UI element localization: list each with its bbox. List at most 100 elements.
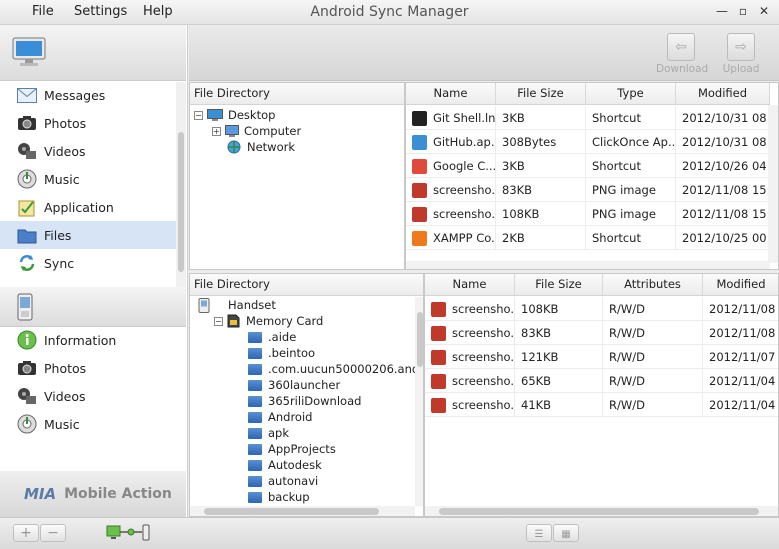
tree-node-desktop[interactable]: − Desktop (194, 107, 275, 123)
tree-node-folder[interactable]: apk (248, 425, 289, 441)
pc-list-hscrollbar[interactable] (406, 261, 770, 269)
phone-tree-hscroll-thumb[interactable] (204, 508, 379, 515)
phone-tree-scroll-thumb[interactable] (417, 312, 423, 367)
tree-node-memory-card[interactable]: − Memory Card (214, 313, 323, 329)
close-button[interactable]: ✕ (756, 3, 772, 19)
table-row[interactable]: screensho... 41KB R/W/D 2012/11/04 11 (425, 393, 778, 417)
network-icon (227, 140, 241, 154)
column-header-file-size[interactable]: File Size (496, 83, 586, 105)
cell-name: screensho... (425, 321, 515, 345)
tree-node-folder[interactable]: 360launcher (248, 377, 340, 393)
tree-node-folder[interactable]: .aide (248, 329, 296, 345)
tree-node-computer[interactable]: + Computer (212, 123, 301, 139)
column-header-modified[interactable]: Modified (676, 83, 770, 105)
tree-label: backup (268, 490, 310, 504)
phone-nav-item-videos[interactable]: Videos (0, 382, 178, 410)
grid-view-button[interactable]: ▦ (553, 524, 579, 542)
tree-node-folder[interactable]: autonavi (248, 473, 318, 489)
phone-nav-item-photos[interactable]: Photos (0, 354, 178, 382)
table-row[interactable]: screensho... 108KB R/W/D 2012/11/08 15 (425, 297, 778, 321)
download-icon: ⇦ (675, 39, 687, 55)
pc-nav-item-files[interactable]: Files (0, 221, 178, 249)
phone-list-hscroll-thumb[interactable] (439, 508, 759, 515)
column-header-name[interactable]: Name (406, 83, 496, 105)
tree-label: AppProjects (268, 442, 336, 456)
pc-nav-item-application[interactable]: Application (0, 193, 178, 221)
tree-node-folder[interactable]: .beintoo (248, 345, 315, 361)
column-header-modified[interactable]: Modified (703, 274, 778, 296)
phone-nav-item-music[interactable]: Music (0, 410, 178, 438)
tree-label: Network (247, 140, 296, 154)
upload-button[interactable]: ⇨ Upload (716, 33, 766, 75)
cell-text: R/W/D (609, 326, 645, 340)
cell-text: PNG image (592, 183, 656, 197)
table-row[interactable]: Google C... 3KB Shortcut 2012/10/26 04: (406, 154, 770, 178)
download-button[interactable]: ⇦ Download (656, 33, 708, 75)
pc-device-header (0, 25, 186, 81)
table-row[interactable]: GitHub.ap... 308Bytes ClickOnce Ap... 2012/… (406, 130, 770, 154)
cell-text: GitHub.ap... (433, 135, 496, 149)
nav-item-label: Sync (44, 255, 75, 271)
pc-nav-item-photos[interactable]: Photos (0, 109, 178, 137)
pc-nav-item-messages[interactable]: Messages (0, 81, 178, 109)
pc-nav-item-videos[interactable]: Videos (0, 137, 178, 165)
cell-modified: 2012/11/08 15: (676, 178, 770, 202)
table-row[interactable]: screensho... 83KB PNG image 2012/11/08 15: (406, 178, 770, 202)
list-view-button[interactable]: ☰ (526, 524, 552, 542)
tree-toggle[interactable]: + (212, 126, 221, 136)
sidebar-scroll-thumb[interactable] (178, 132, 184, 272)
cell-text: 308Bytes (502, 135, 557, 149)
table-row[interactable]: Git Shell.lnk 3KB Shortcut 2012/10/31 08: (406, 106, 770, 130)
tree-label: 360launcher (268, 378, 341, 392)
image-file-icon (431, 398, 446, 413)
file-icon (412, 183, 427, 198)
restore-button[interactable]: ▫ (735, 3, 751, 19)
cell-modified: 2012/10/25 00: (676, 226, 770, 250)
column-header-name[interactable]: Name (425, 274, 515, 296)
tree-toggle[interactable]: − (194, 110, 203, 120)
table-row[interactable]: XAMPP Co... 2KB Shortcut 2012/10/25 00: (406, 226, 770, 250)
cell-text: 2012/11/04 11 (709, 374, 778, 388)
computer-icon (225, 124, 239, 137)
cell-modified: 2012/10/26 04: (676, 154, 770, 178)
phone-tree-vscrollbar[interactable] (415, 297, 423, 506)
table-row[interactable]: screensho... 83KB R/W/D 2012/11/08 15 (425, 321, 778, 345)
table-row[interactable]: screensho... 108KB PNG image 2012/11/08 15: (406, 202, 770, 226)
folder-icon (248, 411, 262, 423)
nav-item-label: Application (44, 199, 114, 215)
brand-footer: MIA Mobile Action (0, 471, 186, 517)
sidebar-scrollbar[interactable] (176, 82, 186, 287)
cell-text: screensho... (452, 374, 515, 388)
column-header-type[interactable]: Type (586, 83, 676, 105)
cell-text: PNG image (592, 207, 656, 221)
sync-icon (16, 253, 38, 273)
tree-node-network[interactable]: Network (226, 139, 295, 155)
column-header-attributes[interactable]: Attributes (603, 274, 703, 296)
pc-nav-item-sync[interactable]: Sync (0, 249, 178, 277)
remove-button[interactable]: − (40, 524, 66, 542)
tree-node-folder[interactable]: .com.uucun50000206.android (248, 361, 424, 377)
cell-text: 2012/11/08 15 (709, 326, 778, 340)
minimize-button[interactable]: — (714, 3, 730, 19)
cell-type: Shortcut (586, 154, 676, 178)
tree-toggle[interactable]: − (214, 316, 223, 326)
tree-node-folder[interactable]: Android (248, 409, 312, 425)
phone-nav-item-information[interactable]: Information (0, 326, 178, 354)
column-header-file-size[interactable]: File Size (515, 274, 603, 296)
cell-text: 108KB (502, 207, 540, 221)
tree-node-folder[interactable]: AppProjects (248, 441, 336, 457)
phone-tree-hscrollbar[interactable] (190, 506, 415, 516)
tree-label: .com.uucun50000206.android (268, 362, 424, 376)
table-row[interactable]: screensho... 65KB R/W/D 2012/11/04 11 (425, 369, 778, 393)
pc-list-vscrollbar[interactable] (768, 105, 778, 263)
add-button[interactable]: + (13, 524, 39, 542)
cell-name: screensho... (425, 369, 515, 393)
cell-modified: 2012/11/08 15 (703, 297, 778, 321)
tree-node-folder[interactable]: 365riliDownload (248, 393, 361, 409)
phone-list-hscrollbar[interactable] (425, 506, 778, 516)
tree-node-folder[interactable]: Autodesk (248, 457, 322, 473)
table-row[interactable]: screensho... 121KB R/W/D 2012/11/07 09 (425, 345, 778, 369)
tree-node-handset[interactable]: Handset (198, 297, 276, 313)
pc-nav-item-music[interactable]: Music (0, 165, 178, 193)
tree-node-folder[interactable]: backup (248, 489, 310, 505)
